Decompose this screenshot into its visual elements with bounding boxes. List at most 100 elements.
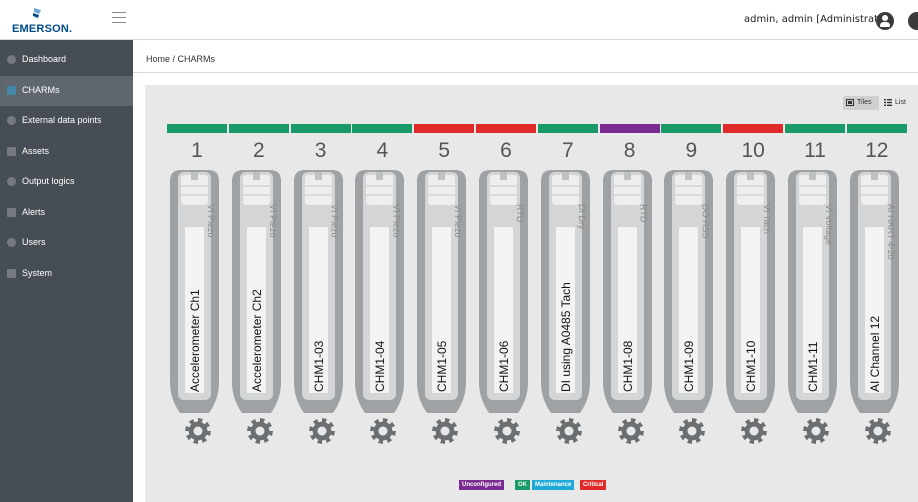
list-icon [884,99,892,106]
sidebar-item-system[interactable]: System [0,259,133,289]
charm-slot[interactable]: VI Piezo Accelerometer Ch2 [231,169,282,414]
charm-number: 9 [685,139,698,162]
settings-gear-icon[interactable] [308,417,336,445]
settings-gear-icon[interactable] [369,417,397,445]
charm-number: 3 [314,139,327,162]
settings-gear-icon[interactable] [431,417,459,445]
charm-slot[interactable]: VI Piezo CHM1-05 [416,169,467,414]
charm-name-label: CHM1-03 [311,340,326,392]
sidebar-item-output-logics[interactable]: Output logics [0,167,133,197]
sidebar-item-users[interactable]: Users [0,228,133,258]
status-bar [476,124,536,133]
charm-number: 12 [865,139,889,162]
charm-slot[interactable]: DI Dry DI using A0485 Tach [540,169,591,414]
sidebar-item-label: System [22,267,53,278]
charm-name-label: CHM1-09 [682,340,697,392]
charm-number: 2 [252,139,265,162]
sidebar-item-label: CHARMs [22,84,60,95]
charm-name-label: CHM1-06 [497,340,511,392]
charms-icon [7,85,16,95]
charm-type-label: DI Dry [576,204,587,230]
tiles-view-label: Tiles [857,99,872,106]
status-bar [290,124,351,133]
charm-number: 4 [376,139,389,162]
charm-type-label: RTD [638,204,649,223]
status-bar [785,124,845,133]
charm-slot[interactable]: RTD CHM1-06 [478,169,529,414]
tiles-icon [846,99,854,106]
settings-gear-icon[interactable] [184,417,212,445]
settings-gear-icon[interactable] [246,417,274,445]
external-data-icon [7,116,16,125]
charm-type-label: DO HSS [700,204,711,239]
dashboard-icon [7,55,16,64]
sidebar-item-label: Users [22,237,46,247]
legend-unconfigured: Unconfigured [459,480,504,490]
charm-name-label: CHM1-10 [744,340,759,392]
sidebar: Dashboard CHARMs External data points Asset… [0,40,133,502]
settings-gear-icon[interactable] [617,417,645,445]
status-bar [414,124,475,133]
status-bar [537,124,598,133]
charm-type-label: VI Piezo [267,204,278,238]
settings-gear-icon[interactable] [740,417,768,445]
charm-type-label: VI Voltage [824,204,834,246]
top-bar: EMERSON. admin, admin [Administrator] [0,0,918,40]
tiles-view-button[interactable]: Tiles [843,96,879,110]
charm-name-label: AI Channel 12 [867,315,882,392]
menu-toggle-icon[interactable] [112,12,126,24]
charm-slot[interactable]: VI Piezo Accelerometer Ch1 [169,169,220,414]
assets-icon [7,146,16,156]
status-bar [599,124,660,133]
charm-number: 1 [191,139,203,162]
emerson-logo-text: EMERSON. [12,23,73,35]
charm-slot[interactable]: VI Tach CHM1-10 [725,169,776,414]
charm-slot[interactable]: DO HSS CHM1-09 [663,169,714,414]
sidebar-item-alerts[interactable]: Alerts [0,198,133,228]
user-label: admin, admin [Administrator] [744,14,893,25]
sidebar-item-external-data-points[interactable]: External data points [0,106,133,136]
charm-name-label: Accelerometer Ch1 [188,289,202,392]
charm-number: 7 [561,139,574,162]
breadcrumb[interactable]: Home / CHARMs [146,54,215,64]
charm-type-label: VI Piezo [329,204,340,238]
sidebar-item-charms[interactable]: CHARMs [0,75,133,106]
status-bar [228,124,289,133]
users-icon [7,238,16,247]
status-bar [352,124,413,133]
settings-gear-icon[interactable] [555,417,583,445]
user-avatar-icon[interactable] [876,12,894,30]
charm-slot[interactable]: AI HART 4-20 AI Channel 12 [849,169,900,414]
charm-name-label: DI using A0485 Tach [558,282,573,392]
charm-name-label: CHM1-08 [620,340,635,392]
charm-number: 10 [741,139,765,162]
charm-type-label: VI Piezo [453,204,464,238]
brand: EMERSON. [0,0,133,40]
charm-slot[interactable]: VI Piezo CHM1-03 [293,169,344,414]
alerts-icon [7,207,16,217]
settings-gear-icon[interactable] [678,417,706,445]
help-icon[interactable] [908,12,918,30]
charm-name-label: CHM1-05 [435,340,450,392]
settings-gear-icon[interactable] [493,417,521,445]
charm-slot[interactable]: VI Piezo CHM1-04 [354,169,405,414]
charm-type-label: VI Piezo [206,204,216,238]
charm-slot[interactable]: RTD CHM1-08 [602,169,653,414]
list-view-button[interactable]: List [881,96,914,110]
sidebar-item-label: Output logics [22,176,75,186]
sidebar-item-dashboard[interactable]: Dashboard [0,45,133,75]
status-bar [723,124,784,133]
sidebar-item-assets[interactable]: Assets [0,137,133,167]
charm-name-label: CHM1-04 [373,340,388,392]
system-icon [7,268,16,278]
status-bar [661,124,722,133]
settings-gear-icon[interactable] [802,417,830,445]
charm-slot[interactable]: VI Voltage CHM1-11 [787,169,838,414]
charm-number: 5 [438,139,451,162]
legend-maintenance: Maintenance [532,480,575,490]
charm-type-label: RTD [515,204,525,223]
output-logics-icon [7,177,16,186]
status-bar [846,124,907,133]
emerson-logo-icon [33,8,41,18]
settings-gear-icon[interactable] [864,417,892,445]
